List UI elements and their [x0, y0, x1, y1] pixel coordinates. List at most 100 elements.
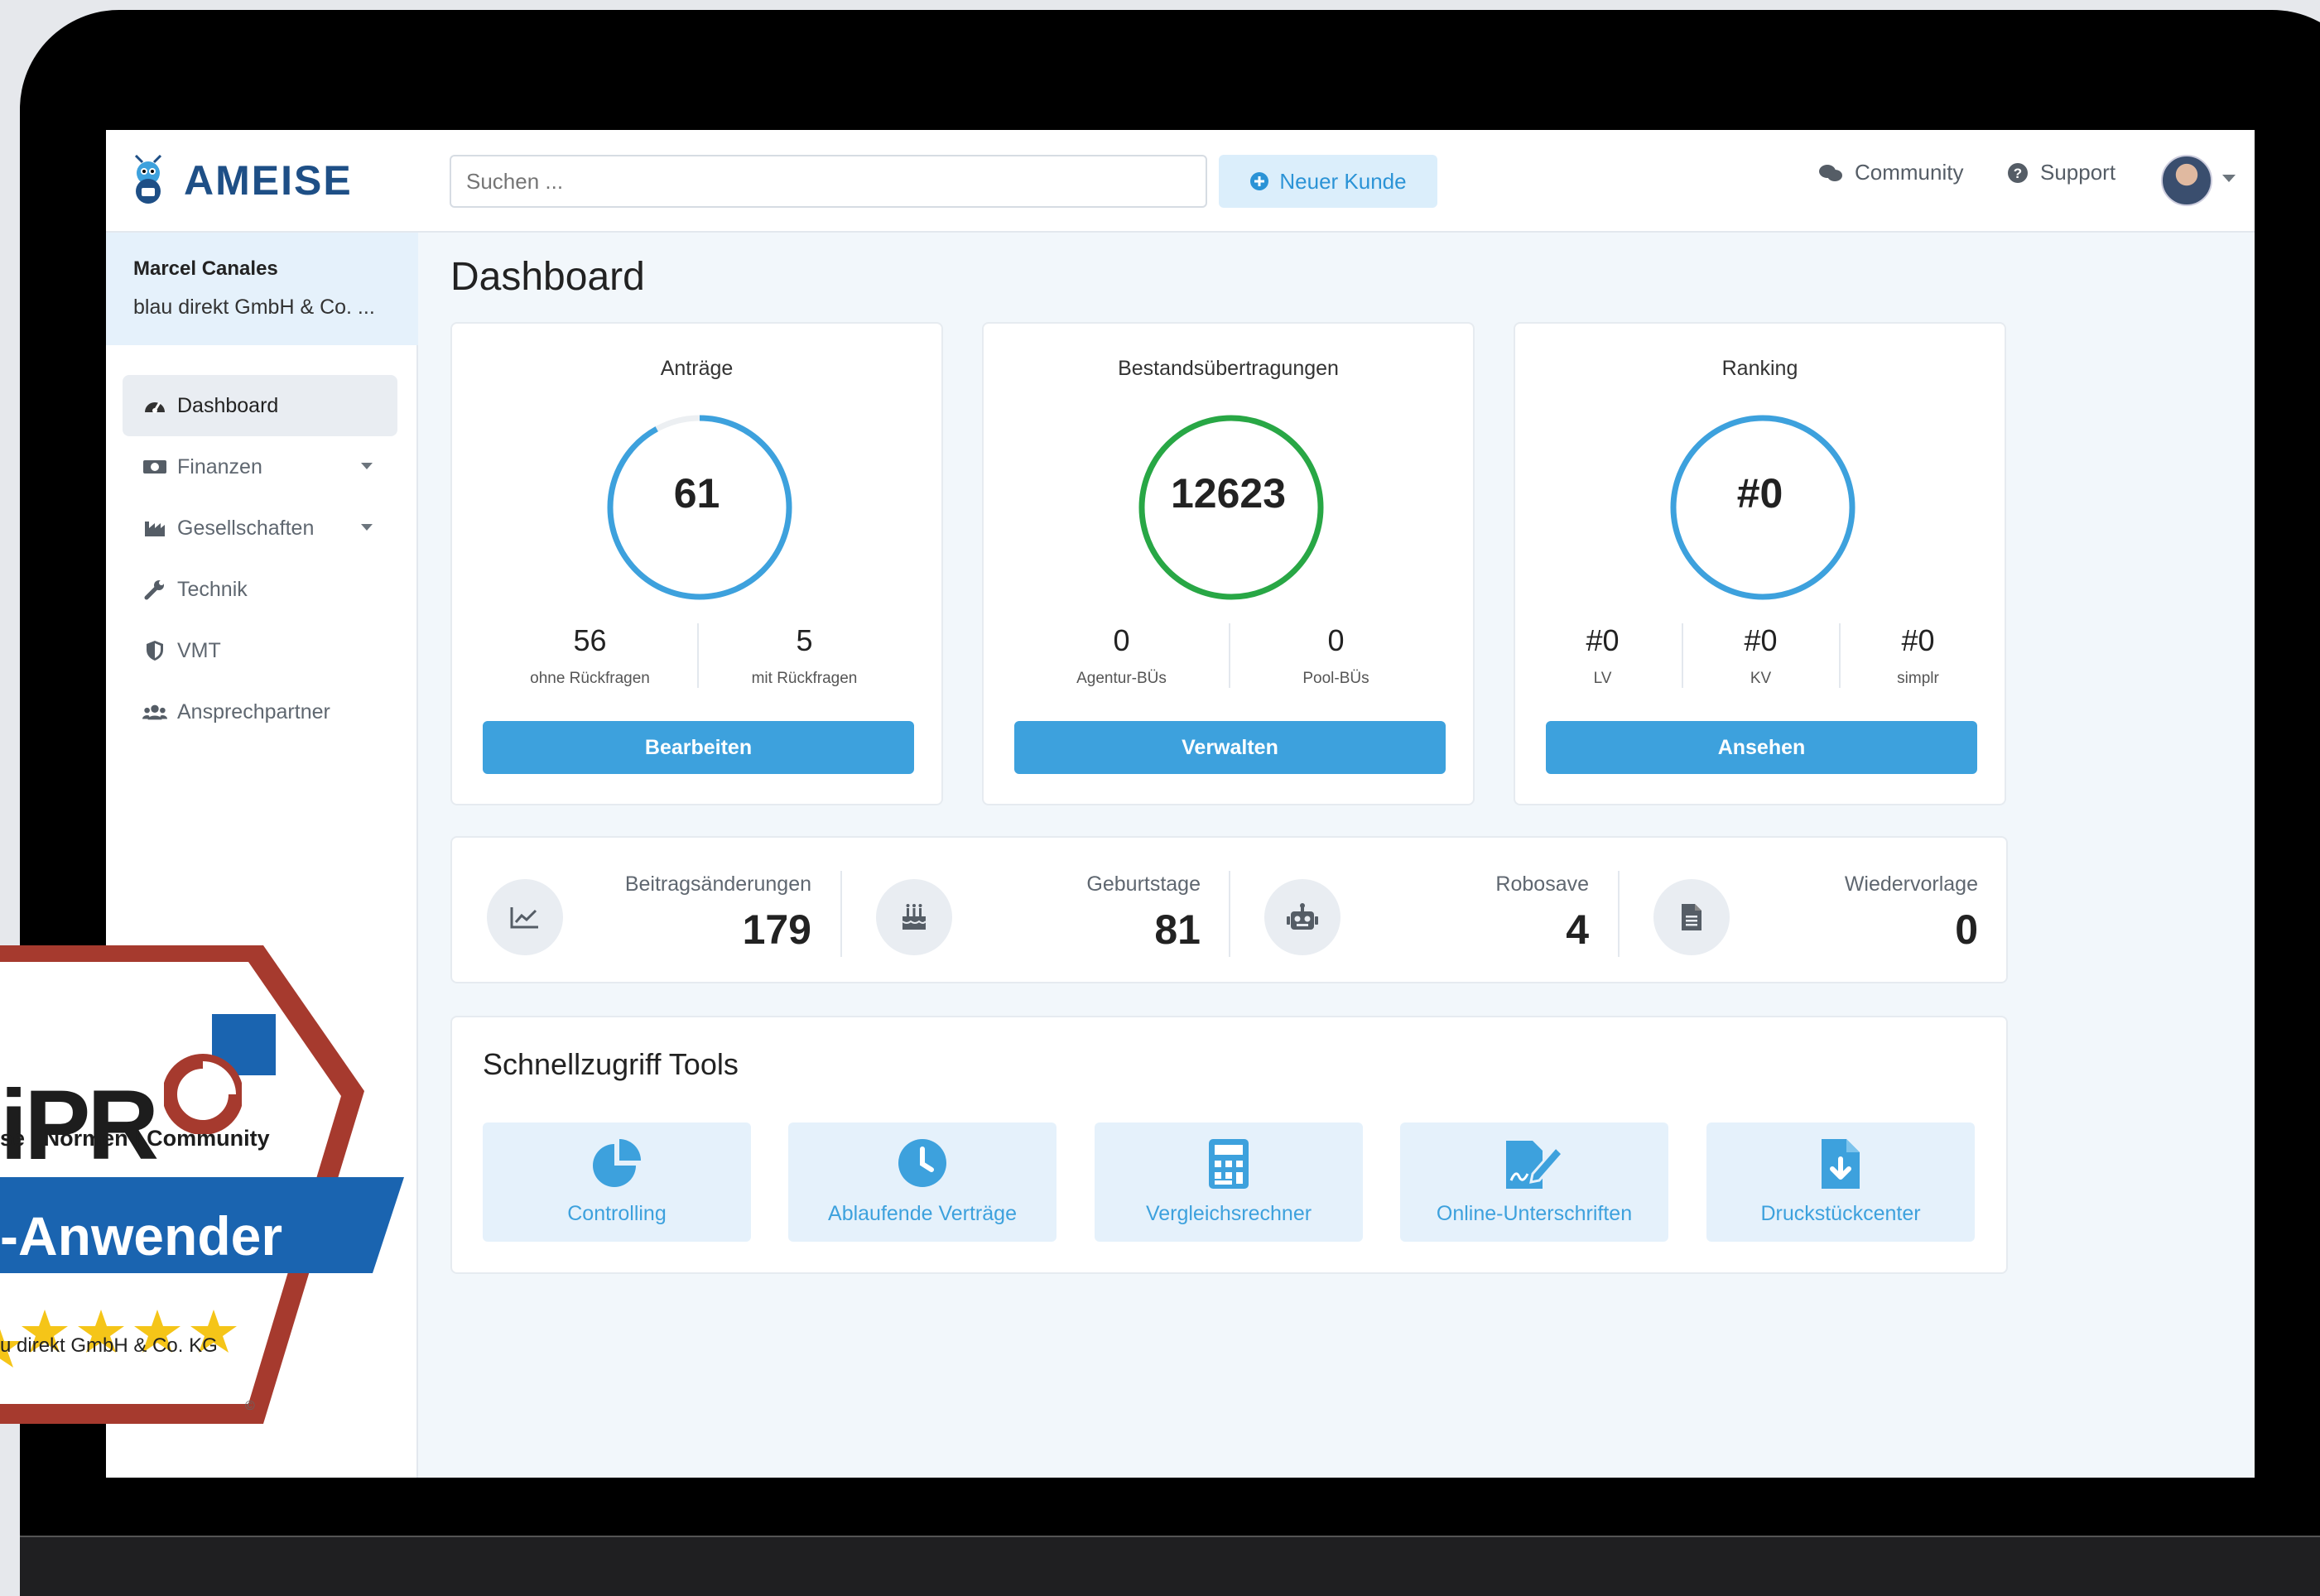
- chevron-down-icon: [361, 524, 373, 531]
- user-info: Marcel Canales blau direkt GmbH & Co. ..…: [106, 233, 418, 345]
- signature-icon: [1400, 1137, 1668, 1190]
- sidebar-item-ansprechpartner[interactable]: Ansprechpartner: [123, 681, 397, 743]
- card-value: 61: [673, 470, 720, 517]
- svg-text:?: ?: [2014, 166, 2022, 181]
- bestandsuebertragungen-card: Bestandsübertragungen 12623 0 Agentur-BÜ…: [982, 322, 1475, 805]
- card-title: Bestandsübertragungen: [1118, 357, 1339, 380]
- sub-label: ohne Rückfragen: [530, 670, 650, 687]
- sub-stat: #0 KV: [1681, 623, 1839, 688]
- sidebar-item-dashboard[interactable]: Dashboard: [123, 375, 397, 436]
- sub-stat: 56 ohne Rückfragen: [484, 623, 697, 688]
- badge-tagline: se | Normen | Community: [0, 1126, 270, 1151]
- counter-value: 0: [1955, 906, 1978, 953]
- badge-logo-o: [164, 1054, 242, 1134]
- sub-stat: 0 Agentur-BÜs: [1015, 623, 1229, 688]
- sidebar-item-technik[interactable]: Technik: [123, 559, 397, 620]
- robot-icon: [1264, 879, 1340, 955]
- ant-logo-icon: [134, 155, 162, 204]
- user-name: Marcel Canales: [133, 257, 278, 280]
- device-bezel-bottom: [20, 1536, 2320, 1596]
- sub-value: #0: [1901, 623, 1935, 657]
- tool-label: Vergleichsrechner: [1145, 1202, 1312, 1225]
- tool-vergleichsrechner[interactable]: Vergleichsrechner: [1095, 1122, 1363, 1242]
- comments-icon: [1819, 164, 1842, 181]
- counter-beitragsaenderungen[interactable]: Beitragsänderungen 179: [487, 871, 811, 957]
- tool-controlling[interactable]: Controlling: [483, 1122, 751, 1242]
- tool-label: Ablaufende Verträge: [828, 1202, 1017, 1225]
- counter-geburtstage[interactable]: Geburtstage 81: [876, 871, 1201, 957]
- support-link[interactable]: ? Support: [2007, 160, 2115, 185]
- search-input[interactable]: [450, 155, 1207, 208]
- counter-wiedervorlage[interactable]: Wiedervorlage 0: [1653, 871, 1978, 957]
- sub-stat: 0 Pool-BÜs: [1228, 623, 1442, 688]
- badge-copyright: ©: [245, 1399, 255, 1413]
- badge-title: -Anwender: [0, 1205, 283, 1267]
- counter-label: Geburtstage: [1086, 873, 1201, 896]
- community-link[interactable]: Community: [1818, 160, 1963, 185]
- divider: [1618, 871, 1620, 957]
- ipro-badge: iPR se | Normen | Community -Anwender u …: [0, 935, 431, 1432]
- tool-label: Controlling: [567, 1202, 667, 1225]
- user-avatar[interactable]: [2161, 155, 2212, 206]
- sub-label: LV: [1593, 670, 1612, 687]
- sub-stat: #0 LV: [1524, 623, 1682, 688]
- shield-icon: [142, 640, 167, 661]
- tool-label: Druckstückcenter: [1760, 1202, 1921, 1225]
- file-icon: [1653, 879, 1730, 955]
- sidebar-item-label: Finanzen: [177, 454, 262, 478]
- badge-company: u direkt GmbH & Co. KG: [0, 1334, 218, 1357]
- sub-label: simplr: [1897, 670, 1939, 687]
- sidebar-item-label: Dashboard: [177, 393, 279, 417]
- tool-label: Online-Unterschriften: [1436, 1202, 1633, 1225]
- sub-value: 5: [796, 623, 813, 657]
- card-title: Ranking: [1721, 357, 1798, 380]
- sub-label: Agentur-BÜs: [1076, 670, 1167, 687]
- counter-value: 4: [1566, 906, 1589, 953]
- sub-value: 0: [1113, 623, 1130, 657]
- sidebar-item-label: Ansprechpartner: [177, 699, 330, 723]
- new-customer-label: Neuer Kunde: [1279, 168, 1407, 194]
- community-label: Community: [1855, 160, 1964, 185]
- divider: [1229, 871, 1230, 957]
- sub-stat: 5 mit Rückfragen: [696, 623, 911, 688]
- sub-value: #0: [1744, 623, 1778, 657]
- sidebar-item-gesellschaften[interactable]: Gesellschaften: [123, 498, 397, 559]
- sidebar-item-finanzen[interactable]: Finanzen: [123, 436, 397, 498]
- bearbeiten-button[interactable]: Bearbeiten: [483, 721, 914, 774]
- badge-logo-text: iPR: [0, 1070, 159, 1180]
- sub-stat: #0 simplr: [1838, 623, 1996, 688]
- birthday-cake-icon: [876, 879, 952, 955]
- counter-value: 179: [742, 906, 811, 953]
- card-title: Anträge: [660, 357, 734, 380]
- card-subvalues: #0 LV #0 KV #0 simplr: [1515, 623, 2005, 688]
- chevron-down-icon[interactable]: [2222, 175, 2236, 182]
- clock-icon: [788, 1137, 1057, 1189]
- verwalten-button[interactable]: Verwalten: [1014, 721, 1446, 774]
- counter-label: Robosave: [1495, 873, 1589, 896]
- calculator-icon: [1095, 1137, 1363, 1190]
- sidebar-item-label: Gesellschaften: [177, 516, 315, 540]
- money-icon: [142, 459, 167, 475]
- tool-druckstueckcenter[interactable]: Druckstückcenter: [1706, 1122, 1975, 1242]
- tool-ablaufende-vertraege[interactable]: Ablaufende Verträge: [788, 1122, 1057, 1242]
- support-label: Support: [2040, 160, 2116, 185]
- sub-label: Pool-BÜs: [1302, 670, 1369, 687]
- top-bar: AMEISE Neuer Kunde Community ? Support: [106, 130, 2255, 233]
- app-logo[interactable]: AMEISE: [128, 155, 353, 206]
- ranking-card: Ranking #0 #0 LV #0 KV #0 simplr Ansehen: [1514, 322, 2006, 805]
- sidebar-item-label: VMT: [177, 638, 221, 662]
- ansehen-button[interactable]: Ansehen: [1546, 721, 1977, 774]
- counter-label: Beitragsänderungen: [624, 873, 811, 896]
- counter-robosave[interactable]: Robosave 4: [1264, 871, 1589, 957]
- tool-online-unterschriften[interactable]: Online-Unterschriften: [1400, 1122, 1668, 1242]
- counter-value: 81: [1154, 906, 1201, 953]
- sidebar-item-label: Technik: [177, 577, 248, 601]
- card-subvalues: 0 Agentur-BÜs 0 Pool-BÜs: [984, 623, 1473, 688]
- sub-value: 56: [573, 623, 607, 657]
- quick-tools-card: Schnellzugriff Tools Controlling Ablaufe…: [450, 1016, 2008, 1274]
- sidebar-item-vmt[interactable]: VMT: [123, 620, 397, 681]
- tools-title: Schnellzugriff Tools: [483, 1047, 739, 1081]
- antraege-card: Anträge 61 56 ohne Rückfragen 5 mit Rück…: [450, 322, 943, 805]
- card-value: #0: [1736, 470, 1783, 517]
- new-customer-button[interactable]: Neuer Kunde: [1219, 155, 1437, 208]
